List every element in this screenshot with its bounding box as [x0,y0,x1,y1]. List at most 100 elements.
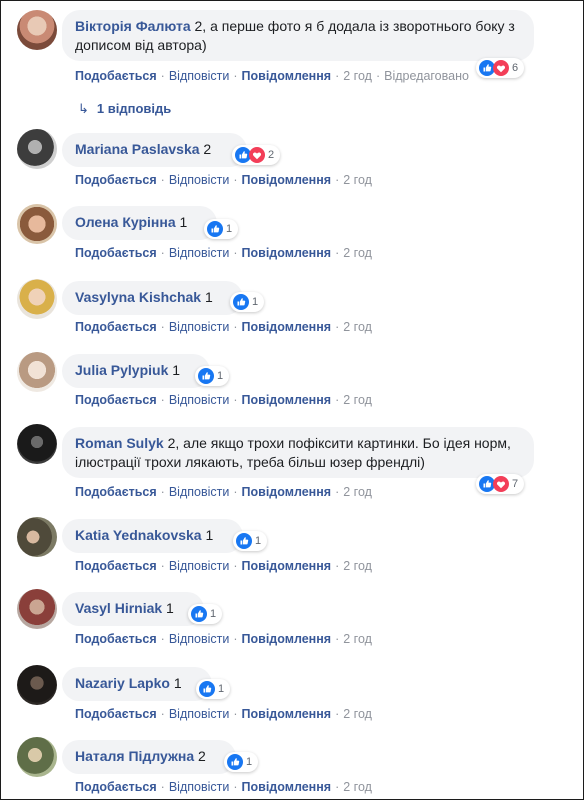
avatar[interactable] [17,517,57,557]
reaction-count: 1 [210,608,217,620]
comment-author[interactable]: Вікторія Фалюта [75,18,191,34]
message-button[interactable]: Повідомлення [242,632,332,646]
comment-author[interactable]: Олена Курінна [75,214,176,230]
comment-text: 1 [201,527,214,543]
like-button[interactable]: Подобається [75,485,157,499]
avatar[interactable] [17,665,57,705]
message-button[interactable]: Повідомлення [242,393,332,407]
like-button[interactable]: Подобається [75,393,157,407]
separator: · [233,173,238,187]
message-button[interactable]: Повідомлення [242,173,332,187]
comment-author[interactable]: Vasyl Hirniak [75,600,162,616]
comment-time[interactable]: 2 год [343,485,372,499]
like-button[interactable]: Подобається [75,707,157,721]
separator: · [160,780,165,794]
comment-actions: Подобається · Відповісти · Повідомлення · 2 го… [75,632,372,646]
reaction-summary[interactable]: 2 [232,145,281,165]
comment-bubble: Вікторія Фалюта 2, а перше фото я б дода… [62,10,534,61]
avatar[interactable] [17,589,57,629]
comment-author[interactable]: Nazariy Lapko [75,675,170,691]
like-button[interactable]: Подобається [75,559,157,573]
avatar[interactable] [17,279,57,319]
avatar[interactable] [17,737,57,777]
reply-button[interactable]: Відповісти [169,246,230,260]
comment-author[interactable]: Katia Yednakovska [75,527,202,543]
separator: · [233,485,238,499]
like-button[interactable]: Подобається [75,632,157,646]
reply-button[interactable]: Відповісти [169,780,230,794]
like-button[interactable]: Подобається [75,246,157,260]
comment-author[interactable]: Mariana Paslavska [75,141,200,157]
message-button[interactable]: Повідомлення [242,485,332,499]
reply-button[interactable]: Відповісти [169,173,230,187]
comment-time[interactable]: 2 год [343,559,372,573]
comment-time[interactable]: 2 год [343,707,372,721]
separator: · [160,246,165,260]
like-icon [198,368,214,384]
avatar[interactable] [17,424,57,464]
comment-time[interactable]: 2 год [343,780,372,794]
comment-text: 1 [169,675,182,691]
avatar[interactable] [17,352,57,392]
comment-time[interactable]: 2 год [343,320,372,334]
comment-time[interactable]: 2 год [343,393,372,407]
reply-button[interactable]: Відповісти [169,69,230,83]
view-replies-link[interactable]: ↳ 1 відповідь [78,101,171,117]
comment-time[interactable]: 2 год [343,173,372,187]
reaction-summary[interactable]: 1 [195,366,230,386]
like-button[interactable]: Подобається [75,69,157,83]
comment-actions: Подобається · Відповісти · Повідомлення · 2 го… [75,707,372,721]
reaction-summary[interactable]: 1 [196,679,231,699]
edited-label[interactable]: Відредаговано [384,69,469,83]
reaction-summary[interactable]: 1 [204,219,239,239]
love-icon [493,476,509,492]
reaction-summary[interactable]: 6 [476,58,525,78]
reaction-summary[interactable]: 1 [233,531,268,551]
separator: · [160,559,165,573]
like-button[interactable]: Подобається [75,173,157,187]
separator: · [160,173,165,187]
avatar[interactable] [17,129,57,169]
separator: · [335,559,340,573]
comment-time[interactable]: 2 год [343,69,372,83]
reply-button[interactable]: Відповісти [169,320,230,334]
comment-actions: Подобається · Відповісти · Повідомлення · 2 го… [75,559,372,573]
like-icon [227,754,243,770]
comment-bubble: Vasyl Hirniak 1 [62,592,204,626]
message-button[interactable]: Повідомлення [242,707,332,721]
reaction-summary[interactable]: 1 [188,604,223,624]
comment-bubble: Vasylyna Kishchak 1 [62,281,243,315]
comment-author[interactable]: Vasylyna Kishchak [75,289,201,305]
comment-author[interactable]: Julia Pylypiuk [75,362,168,378]
separator: · [233,69,238,83]
separator: · [335,246,340,260]
separator: · [233,393,238,407]
message-button[interactable]: Повідомлення [242,320,332,334]
reaction-summary[interactable]: 7 [476,474,525,494]
reply-button[interactable]: Відповісти [169,632,230,646]
comment-time[interactable]: 2 год [343,632,372,646]
reply-button[interactable]: Відповісти [169,707,230,721]
message-button[interactable]: Повідомлення [242,69,332,83]
like-button[interactable]: Подобається [75,780,157,794]
comment-text: 2 [199,141,212,157]
reaction-count: 1 [255,535,262,547]
avatar[interactable] [17,10,57,50]
like-icon [191,606,207,622]
reaction-summary[interactable]: 1 [224,752,259,772]
comment-time[interactable]: 2 год [343,246,372,260]
like-icon [199,681,215,697]
message-button[interactable]: Повідомлення [242,559,332,573]
separator: · [335,707,340,721]
comment-author[interactable]: Roman Sulyk [75,435,164,451]
like-button[interactable]: Подобається [75,320,157,334]
reply-button[interactable]: Відповісти [169,393,230,407]
comment-author[interactable]: Наталя Підлужна [75,748,194,764]
message-button[interactable]: Повідомлення [242,780,332,794]
reply-button[interactable]: Відповісти [169,559,230,573]
separator: · [233,780,238,794]
reply-button[interactable]: Відповісти [169,485,230,499]
avatar[interactable] [17,204,57,244]
message-button[interactable]: Повідомлення [242,246,332,260]
reaction-summary[interactable]: 1 [230,292,265,312]
